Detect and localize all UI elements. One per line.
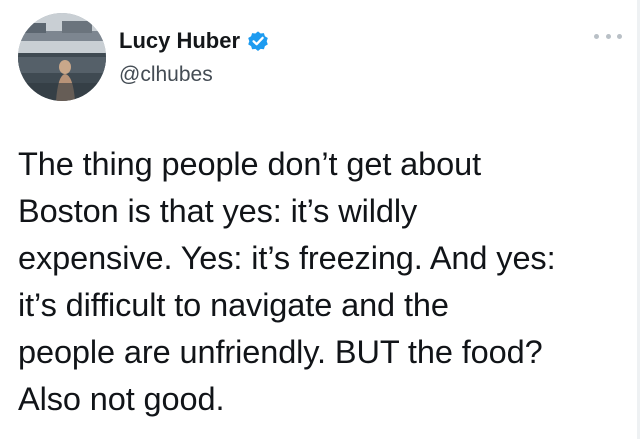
more-horizontal-icon[interactable] bbox=[594, 30, 622, 42]
dot bbox=[617, 33, 622, 39]
author-name-row: Lucy Huber bbox=[119, 28, 270, 54]
tweet-card: Lucy Huber @clhubes The thing people don… bbox=[0, 0, 640, 439]
tweet-text-line: Also not good. bbox=[18, 381, 225, 417]
tweet-text-line: The thing people don’t get about bbox=[18, 146, 482, 182]
tweet-text: The thing people don’t get about Boston … bbox=[18, 141, 628, 423]
tweet-text-line: it’s difficult to navigate and the bbox=[18, 287, 449, 323]
avatar[interactable] bbox=[18, 13, 106, 101]
dot bbox=[594, 33, 599, 39]
profile-photo bbox=[18, 13, 106, 101]
dot bbox=[605, 33, 611, 39]
tweet-text-line: expensive. Yes: it’s freezing. And yes: bbox=[18, 240, 556, 276]
tweet-text-line: people are unfriendly. BUT the food? bbox=[18, 334, 543, 370]
author-display-name[interactable]: Lucy Huber bbox=[119, 28, 240, 54]
tweet-text-line: Boston is that yes: it’s wildly bbox=[18, 193, 418, 229]
author-handle[interactable]: @clhubes bbox=[119, 62, 213, 88]
verified-badge-icon bbox=[246, 29, 270, 53]
